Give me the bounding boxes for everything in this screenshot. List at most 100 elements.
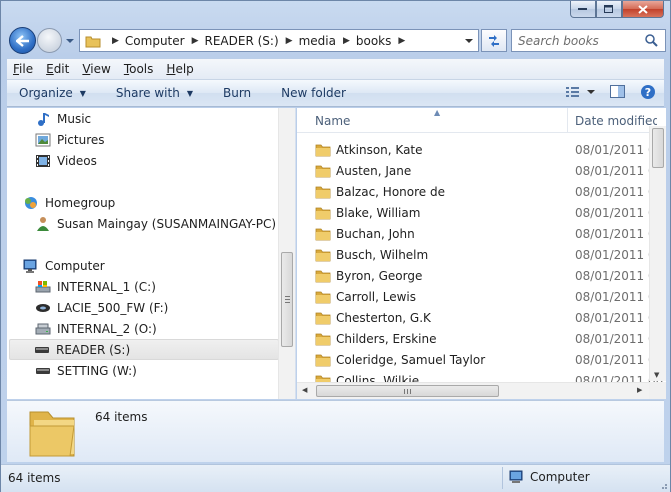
- navigation-bar: ▶ Computer ▶ READER (S:) ▶ media ▶ books ▶: [7, 27, 666, 55]
- view-controls: ?: [566, 84, 656, 100]
- status-bar: 64 items Computer: [1, 464, 670, 492]
- breadcrumb-media[interactable]: media ▶: [299, 34, 356, 48]
- folder-icon: [85, 34, 105, 48]
- nav-music[interactable]: Music: [35, 108, 91, 129]
- file-row[interactable]: Balzac, Honore de 08/01/2011 08: [297, 181, 663, 202]
- file-list-vertical-scrollbar[interactable]: ▼: [649, 126, 666, 381]
- file-row[interactable]: Chesterton, G.K 08/01/2011 08: [297, 307, 663, 328]
- folder-icon: [315, 249, 331, 262]
- status-location: Computer: [509, 470, 590, 484]
- nav-drive-c[interactable]: INTERNAL_1 (C:): [35, 276, 156, 297]
- address-bar[interactable]: ▶ Computer ▶ READER (S:) ▶ media ▶ books ▶: [79, 29, 479, 52]
- computer-icon: [509, 470, 525, 484]
- file-list-horizontal-scrollbar[interactable]: ◀ ▶: [297, 382, 649, 399]
- column-header-name[interactable]: Name: [315, 108, 565, 133]
- file-name: Chesterton, G.K: [336, 310, 431, 325]
- close-button[interactable]: [622, 1, 664, 18]
- menu-view[interactable]: View: [82, 62, 110, 76]
- breadcrumb-books[interactable]: books ▶: [356, 34, 411, 48]
- search-icon[interactable]: [642, 34, 660, 47]
- nav-drive-w[interactable]: SETTING (W:): [35, 360, 137, 381]
- folder-icon: [315, 228, 331, 241]
- column-header-date[interactable]: Date modified: [567, 108, 657, 133]
- resize-grip-icon[interactable]: [658, 480, 668, 490]
- nav-videos[interactable]: Videos: [35, 150, 97, 171]
- search-box[interactable]: [511, 29, 666, 52]
- share-with-button[interactable]: Share with ▼: [116, 86, 193, 100]
- file-row[interactable]: Childers, Erskine 08/01/2011 08: [297, 328, 663, 349]
- videos-icon: [35, 153, 51, 169]
- menu-file[interactable]: File: [13, 62, 33, 76]
- preview-pane-button[interactable]: [610, 85, 626, 99]
- file-row[interactable]: Busch, Wilhelm 08/01/2011 08: [297, 244, 663, 265]
- navigation-scrollbar[interactable]: [278, 108, 295, 399]
- file-name: Carroll, Lewis: [336, 289, 417, 304]
- maximize-button[interactable]: [596, 1, 622, 18]
- file-name: Austen, Jane: [336, 163, 412, 178]
- forward-button[interactable]: [37, 28, 62, 53]
- music-icon: [35, 111, 51, 127]
- minimize-button[interactable]: [570, 1, 596, 18]
- nav-drive-s[interactable]: READER (S:): [9, 339, 279, 360]
- folder-icon: [315, 354, 331, 367]
- nav-drive-f[interactable]: LACIE_500_FW (F:): [35, 297, 168, 318]
- refresh-icon: [489, 34, 499, 47]
- removable-drive-icon: [34, 342, 50, 358]
- breadcrumb-separator-root[interactable]: ▶: [105, 36, 125, 46]
- chevron-down-icon: ▼: [186, 88, 193, 98]
- nav-pictures[interactable]: Pictures: [35, 129, 105, 150]
- navigation-pane: Music Pictures Videos Homegroup Susan Ma…: [7, 108, 296, 399]
- file-row[interactable]: Blake, William 08/01/2011 08: [297, 202, 663, 223]
- burn-button[interactable]: Burn: [223, 86, 251, 100]
- menu-tools[interactable]: Tools: [124, 62, 154, 76]
- menu-edit[interactable]: Edit: [46, 62, 69, 76]
- change-view-button[interactable]: [566, 85, 596, 99]
- nav-drive-o[interactable]: INTERNAL_2 (O:): [35, 318, 157, 339]
- nav-computer[interactable]: Computer: [23, 255, 105, 276]
- details-item-count: 64 items: [95, 410, 148, 424]
- organize-button[interactable]: Organize ▼: [19, 86, 86, 100]
- large-folder-icon: [29, 411, 75, 457]
- nav-homegroup-user[interactable]: Susan Maingay (SUSANMAINGAY-PC): [35, 213, 276, 234]
- view-details-icon: [566, 87, 595, 97]
- file-row[interactable]: Byron, George 08/01/2011 08: [297, 265, 663, 286]
- folder-icon: [315, 186, 331, 199]
- file-row[interactable]: Buchan, John 08/01/2011 08: [297, 223, 663, 244]
- file-row[interactable]: Atkinson, Kate 08/01/2011 08: [297, 139, 663, 160]
- homegroup-icon: [23, 195, 39, 211]
- file-name: Byron, George: [336, 268, 423, 283]
- file-row[interactable]: Coleridge, Samuel Taylor 08/01/2011 08: [297, 349, 663, 370]
- new-folder-button[interactable]: New folder: [281, 86, 346, 100]
- horizontal-scroll-thumb[interactable]: [316, 385, 499, 397]
- scroll-down-arrow-icon[interactable]: ▼: [654, 371, 659, 379]
- menu-help[interactable]: Help: [166, 62, 193, 76]
- file-name: Blake, William: [336, 205, 421, 220]
- file-list: ▲ Name Date modified Atkinson, Kate 08/01…: [297, 108, 666, 399]
- file-name: Balzac, Honore de: [336, 184, 445, 199]
- removable-drive-icon: [35, 363, 51, 379]
- search-input[interactable]: [512, 33, 642, 48]
- external-drive-icon: [35, 300, 51, 316]
- breadcrumb-reader[interactable]: READER (S:) ▶: [205, 34, 299, 48]
- file-name: Busch, Wilhelm: [336, 247, 429, 262]
- caption-buttons: [570, 1, 664, 18]
- column-header-row: ▲ Name Date modified: [297, 108, 657, 133]
- nav-homegroup[interactable]: Homegroup: [23, 192, 115, 213]
- folder-icon: [315, 333, 331, 346]
- status-item-count: 64 items: [8, 471, 61, 485]
- navigation-scroll-thumb[interactable]: [281, 252, 293, 347]
- scroll-left-arrow-icon[interactable]: ◀: [302, 386, 307, 394]
- address-dropdown-icon[interactable]: [464, 37, 474, 45]
- recent-pages-dropdown-icon[interactable]: [65, 36, 75, 46]
- file-row[interactable]: Austen, Jane 08/01/2011 08: [297, 160, 663, 181]
- back-button[interactable]: [9, 27, 36, 54]
- vertical-scroll-thumb[interactable]: [652, 128, 664, 168]
- refresh-button[interactable]: [481, 29, 507, 52]
- file-row[interactable]: Carroll, Lewis 08/01/2011 08: [297, 286, 663, 307]
- scroll-right-arrow-icon[interactable]: ▶: [637, 386, 642, 394]
- preview-pane-icon: [610, 85, 625, 98]
- breadcrumb-computer[interactable]: Computer ▶: [125, 34, 205, 48]
- system-drive-icon: [35, 279, 51, 295]
- help-button[interactable]: ?: [640, 84, 656, 100]
- folder-icon: [315, 291, 331, 304]
